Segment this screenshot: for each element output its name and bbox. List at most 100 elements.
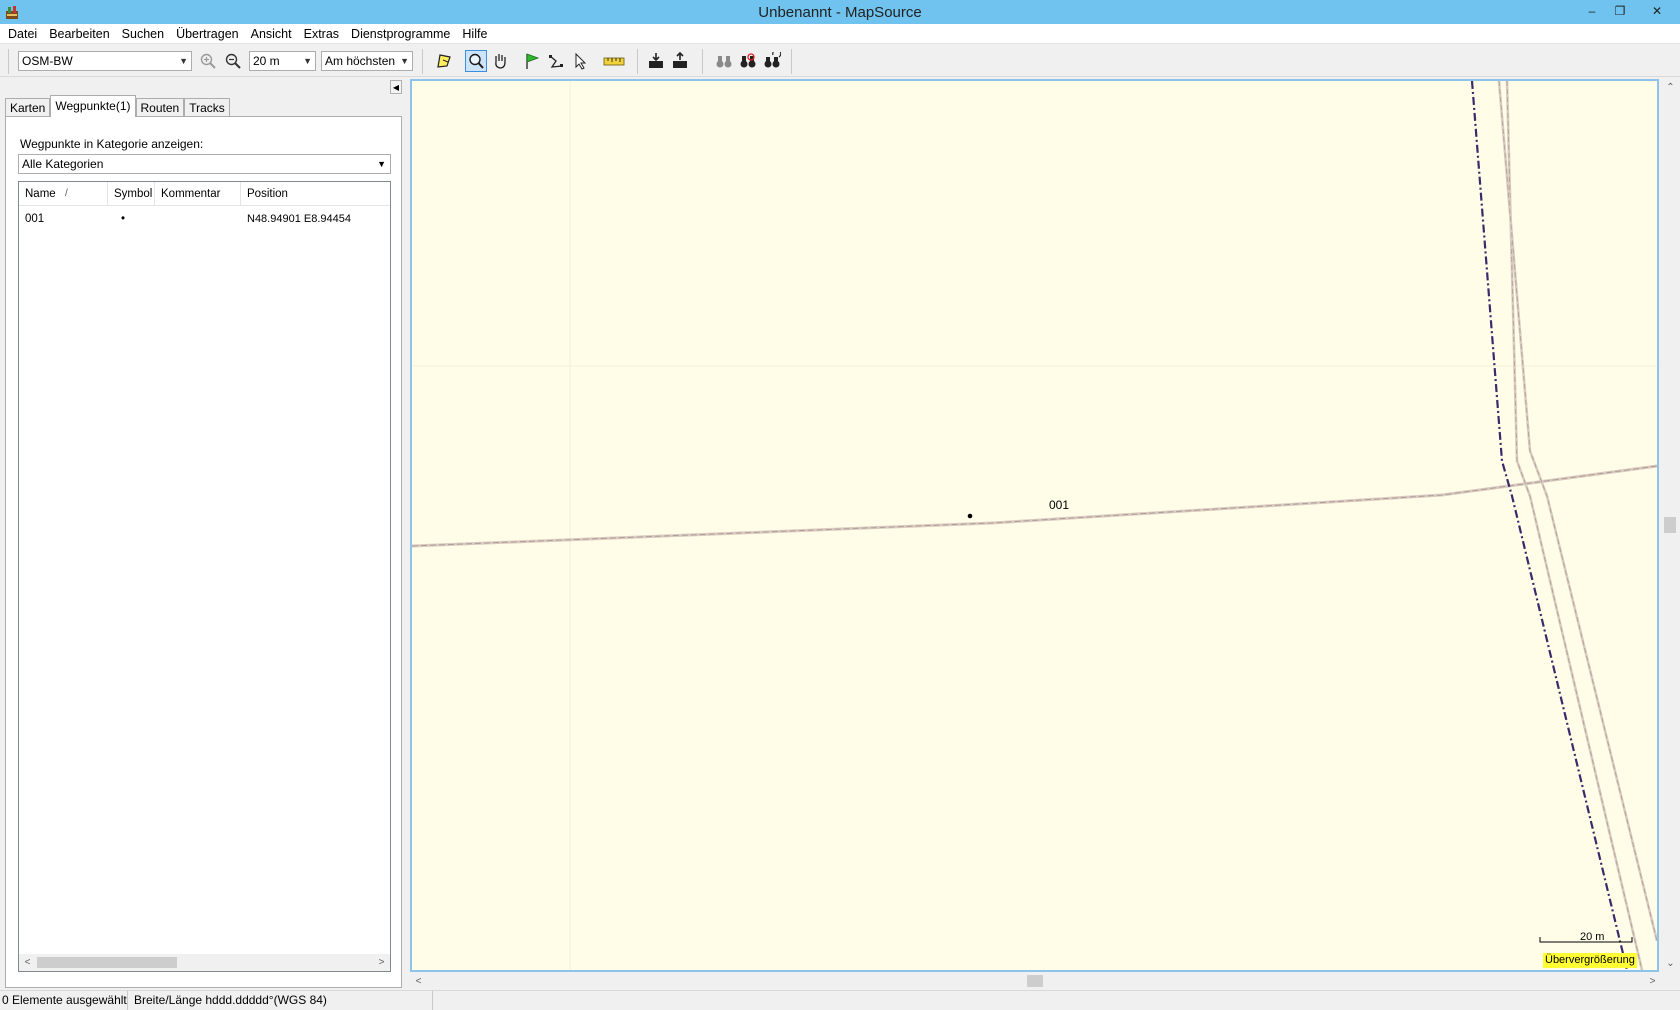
mapsource-app-icon[interactable] bbox=[4, 4, 20, 20]
zoom-out-icon bbox=[225, 53, 241, 69]
map-product-select[interactable]: OSM-BW ▼ bbox=[18, 51, 192, 71]
find-places-button[interactable] bbox=[737, 50, 759, 72]
panel-tabs: Karten Wegpunkte(1) Routen Tracks bbox=[5, 95, 230, 117]
menu-bearbeiten[interactable]: Bearbeiten bbox=[43, 24, 115, 44]
chevron-down-icon: ▼ bbox=[377, 159, 386, 169]
detail-level-value: Am höchsten bbox=[325, 54, 396, 68]
zoom-tool-button[interactable] bbox=[465, 50, 487, 72]
magnifier-icon bbox=[469, 53, 484, 69]
tab-tracks[interactable]: Tracks bbox=[184, 98, 230, 117]
category-label: Wegpunkte in Kategorie anzeigen: bbox=[20, 137, 204, 151]
toolbar-separator bbox=[637, 49, 638, 74]
waypoint-list-header: Name / Symbol Kommentar Position bbox=[19, 182, 390, 206]
window-controls: – ❐ ✕ bbox=[1578, 0, 1680, 22]
toolbar-separator bbox=[702, 49, 703, 74]
distance-tool-button[interactable] bbox=[601, 50, 627, 72]
map-view[interactable]: 001 20 m Übervergrößerung bbox=[410, 79, 1659, 972]
status-selection: 0 Elemente ausgewählt bbox=[0, 991, 128, 1010]
scroll-left-icon[interactable]: < bbox=[410, 972, 427, 990]
toolbar-grip bbox=[8, 49, 9, 74]
left-panel: ◀ Karten Wegpunkte(1) Routen Tracks Wegp… bbox=[0, 78, 405, 990]
column-header-position[interactable]: Position bbox=[241, 182, 390, 206]
hand-icon bbox=[495, 54, 506, 69]
scroll-thumb[interactable] bbox=[37, 957, 177, 968]
chevron-down-icon: ▼ bbox=[400, 56, 409, 66]
toolbar: OSM-BW ▼ 20 m ▼ Am höchsten ▼ bbox=[0, 45, 1680, 77]
scroll-thumb[interactable] bbox=[1027, 975, 1043, 987]
waypoint-label[interactable]: 001 bbox=[1049, 498, 1069, 512]
window-title: Unbenannt - MapSource bbox=[758, 3, 922, 21]
binoculars-icon bbox=[716, 56, 732, 68]
scroll-up-icon[interactable]: ⌃ bbox=[1661, 79, 1680, 96]
waypoints-tab-page: Wegpunkte in Kategorie anzeigen: Alle Ka… bbox=[5, 116, 402, 988]
maximize-button[interactable]: ❐ bbox=[1606, 0, 1634, 22]
scale-label: 20 m bbox=[1580, 931, 1605, 943]
scroll-right-icon[interactable]: > bbox=[1644, 972, 1661, 990]
flag-icon bbox=[526, 53, 540, 69]
zoom-level-value: 20 m bbox=[253, 54, 280, 68]
scroll-down-icon[interactable]: ⌄ bbox=[1661, 955, 1680, 972]
chevron-down-icon: ▼ bbox=[303, 56, 312, 66]
menu-dienstprogramme[interactable]: Dienstprogramme bbox=[345, 24, 456, 44]
category-value: Alle Kategorien bbox=[22, 157, 104, 171]
chevron-down-icon: ▼ bbox=[179, 56, 188, 66]
list-horizontal-scrollbar[interactable]: < > bbox=[19, 954, 390, 971]
tab-karten[interactable]: Karten bbox=[5, 98, 51, 117]
route-tool-button[interactable] bbox=[545, 50, 567, 72]
tab-wegpunkte[interactable]: Wegpunkte(1) bbox=[50, 95, 136, 117]
waypoint-tool-button[interactable] bbox=[521, 50, 543, 72]
column-header-kommentar[interactable]: Kommentar bbox=[155, 182, 241, 206]
scroll-left-icon[interactable]: < bbox=[19, 954, 36, 971]
zoom-in-icon bbox=[200, 53, 216, 69]
scroll-right-icon[interactable]: > bbox=[373, 954, 390, 971]
selection-tool-button[interactable] bbox=[569, 50, 591, 72]
tab-routen[interactable]: Routen bbox=[135, 98, 185, 117]
zoom-out-button[interactable] bbox=[222, 50, 244, 72]
zoom-in-button[interactable] bbox=[197, 50, 219, 72]
collapse-panel-button[interactable]: ◀ bbox=[390, 80, 402, 94]
toolbar-separator bbox=[422, 49, 423, 74]
category-select[interactable]: Alle Kategorien ▼ bbox=[18, 154, 391, 174]
zoom-level-select[interactable]: 20 m ▼ bbox=[249, 51, 316, 71]
column-header-symbol[interactable]: Symbol bbox=[108, 182, 155, 206]
map-canvas bbox=[412, 81, 1657, 970]
close-button[interactable]: ✕ bbox=[1634, 0, 1680, 22]
menu-suchen[interactable]: Suchen bbox=[116, 24, 170, 44]
find-button[interactable] bbox=[713, 50, 735, 72]
status-coordinate-format: Breite/Länge hddd.ddddd°(WGS 84) bbox=[128, 991, 433, 1010]
route-icon bbox=[549, 55, 563, 68]
menu-datei[interactable]: Datei bbox=[2, 24, 43, 44]
waypoint-marker bbox=[967, 513, 973, 519]
map-vertical-scrollbar[interactable]: ⌃ ⌄ bbox=[1661, 79, 1680, 972]
find-recent-button[interactable] bbox=[761, 50, 783, 72]
binoculars-target-icon bbox=[740, 53, 756, 68]
status-extra bbox=[433, 991, 1680, 1010]
map-product-value: OSM-BW bbox=[22, 54, 73, 68]
send-to-device-button[interactable] bbox=[669, 50, 691, 72]
receive-device-icon bbox=[649, 53, 663, 68]
receive-from-device-button[interactable] bbox=[645, 50, 667, 72]
menu-bar: Datei Bearbeiten Suchen Übertragen Ansic… bbox=[0, 24, 1680, 44]
title-bar: Unbenannt - MapSource – ❐ ✕ bbox=[0, 0, 1680, 24]
toolbar-separator bbox=[791, 49, 792, 74]
row-name: 001 bbox=[25, 213, 45, 225]
status-bar: 0 Elemente ausgewählt Breite/Länge hddd.… bbox=[0, 990, 1680, 1010]
minimize-button[interactable]: – bbox=[1578, 0, 1606, 22]
scroll-thumb[interactable] bbox=[1664, 517, 1676, 533]
map-horizontal-scrollbar[interactable]: < > bbox=[410, 972, 1661, 990]
row-comment bbox=[155, 208, 241, 230]
table-row[interactable]: 001 • N48.94901 E8.94454 bbox=[19, 208, 390, 230]
ruler-icon bbox=[603, 57, 625, 66]
menu-uebertragen[interactable]: Übertragen bbox=[170, 24, 245, 44]
binoculars-refresh-icon bbox=[764, 52, 781, 68]
waypoint-list: Name / Symbol Kommentar Position 001 • N… bbox=[18, 181, 391, 972]
sort-indicator-icon: / bbox=[65, 188, 68, 199]
menu-ansicht[interactable]: Ansicht bbox=[245, 24, 298, 44]
pan-tool-button[interactable] bbox=[489, 50, 511, 72]
map-select-tool-button[interactable] bbox=[433, 50, 455, 72]
row-position: N48.94901 E8.94454 bbox=[247, 213, 351, 225]
column-header-name[interactable]: Name / bbox=[19, 182, 108, 206]
menu-hilfe[interactable]: Hilfe bbox=[456, 24, 493, 44]
detail-level-select[interactable]: Am höchsten ▼ bbox=[321, 51, 413, 71]
menu-extras[interactable]: Extras bbox=[298, 24, 345, 44]
